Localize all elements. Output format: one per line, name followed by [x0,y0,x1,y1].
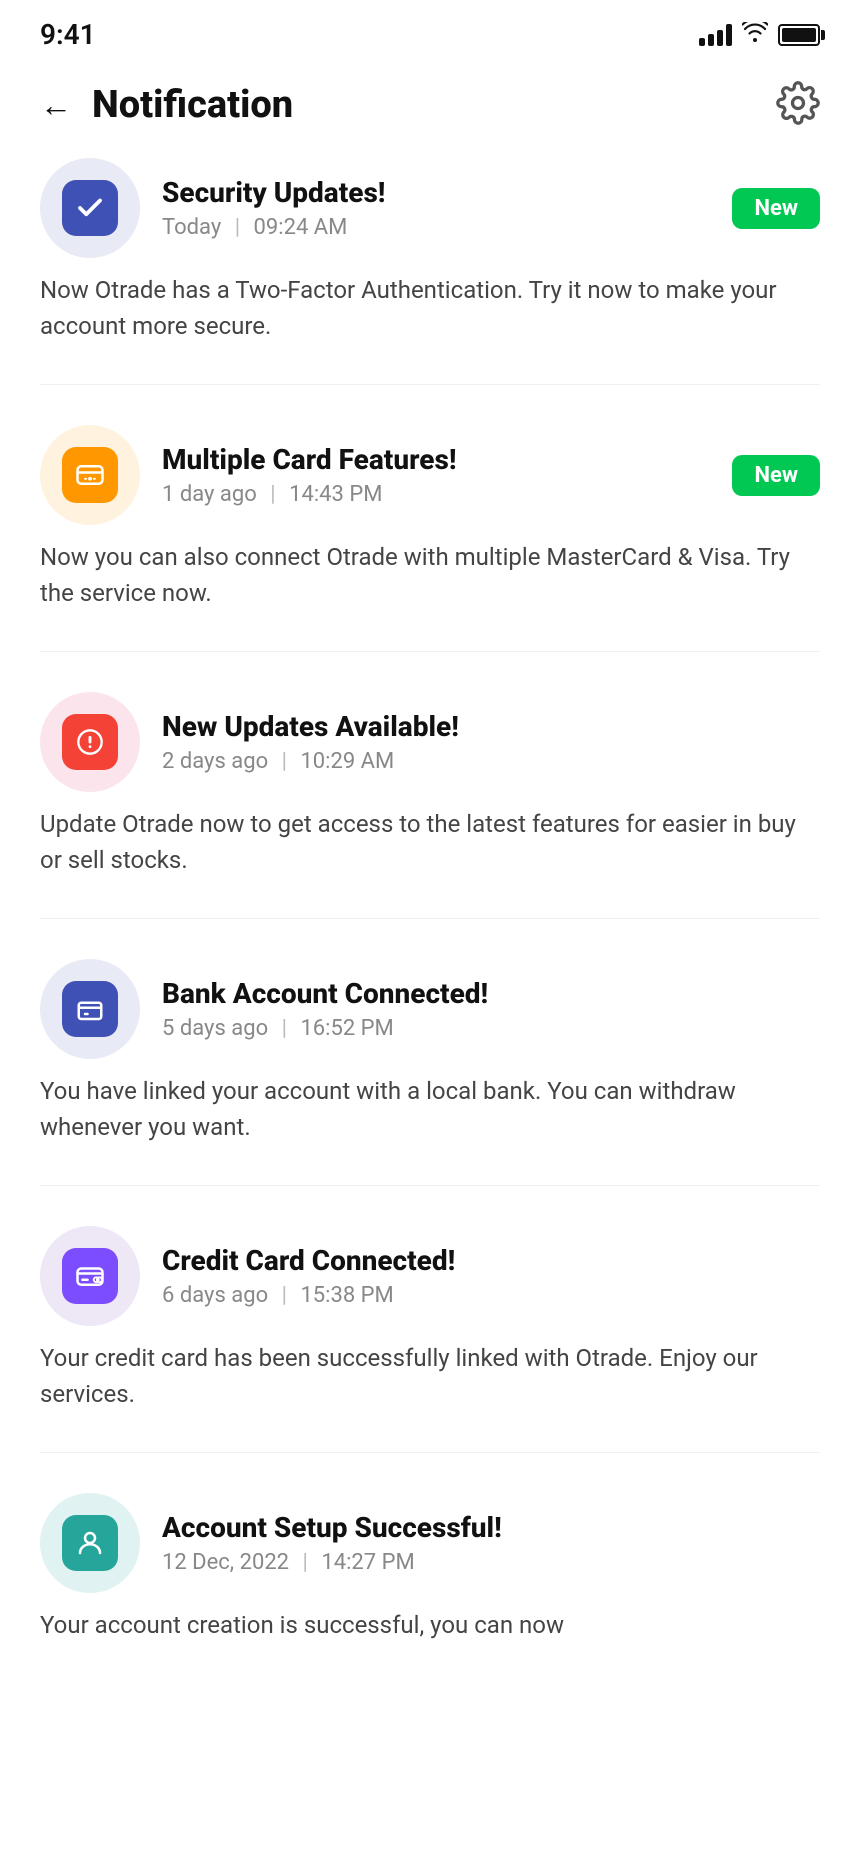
notif-time-value: 14:43 PM [289,482,382,507]
notif-time-value: 09:24 AM [254,215,348,240]
notif-header: Multiple Card Features! 1 day ago | 14:4… [40,425,820,525]
security-icon [62,180,118,236]
notif-meta: Account Setup Successful! 12 Dec, 2022 |… [162,1511,820,1575]
notif-time: 12 Dec, 2022 | 14:27 PM [162,1550,820,1575]
notif-body: Update Otrade now to get access to the l… [40,806,820,878]
notif-time-value: 16:52 PM [300,1016,393,1041]
gear-icon [776,81,820,125]
notif-meta: Credit Card Connected! 6 days ago | 15:3… [162,1244,820,1308]
notif-header: New Updates Available! 2 days ago | 10:2… [40,692,820,792]
bank-icon [62,981,118,1037]
notif-time-label: 5 days ago [162,1016,268,1041]
divider [40,1185,820,1186]
notif-time: 1 day ago | 14:43 PM [162,482,732,507]
notif-time-label: 1 day ago [162,482,257,507]
divider [40,651,820,652]
notif-time: 2 days ago | 10:29 AM [162,749,820,774]
signal-icon [699,24,732,46]
notif-time-label: Today [162,215,221,240]
notif-icon-wrapper [40,959,140,1059]
notif-title: New Updates Available! [162,710,820,743]
notification-item: Security Updates! Today | 09:24 AM New N… [40,158,820,344]
notif-body: Your account creation is successful, you… [40,1607,820,1643]
updates-icon [62,714,118,770]
notification-item: Credit Card Connected! 6 days ago | 15:3… [40,1226,820,1412]
notif-icon-wrapper [40,158,140,258]
notif-time: Today | 09:24 AM [162,215,732,240]
notif-body: Your credit card has been successfully l… [40,1340,820,1412]
battery-icon [778,24,820,46]
status-bar: 9:41 [0,0,860,61]
notification-item: Multiple Card Features! 1 day ago | 14:4… [40,425,820,611]
notification-item: Bank Account Connected! 5 days ago | 16:… [40,959,820,1145]
notif-time-label: 12 Dec, 2022 [162,1550,289,1575]
notification-item: Account Setup Successful! 12 Dec, 2022 |… [40,1493,820,1643]
notif-time-label: 6 days ago [162,1283,268,1308]
notifications-list: Security Updates! Today | 09:24 AM New N… [0,158,860,1643]
divider [40,918,820,919]
card-features-icon [62,447,118,503]
notif-title: Security Updates! [162,176,732,209]
notif-title: Bank Account Connected! [162,977,820,1010]
notif-header: Security Updates! Today | 09:24 AM New [40,158,820,258]
notif-header: Credit Card Connected! 6 days ago | 15:3… [40,1226,820,1326]
notif-meta: Bank Account Connected! 5 days ago | 16:… [162,977,820,1041]
status-time: 9:41 [40,18,96,51]
new-badge: New [732,455,820,496]
notif-body: Now Otrade has a Two-Factor Authenticati… [40,272,820,344]
notif-icon-wrapper [40,425,140,525]
notif-header: Account Setup Successful! 12 Dec, 2022 |… [40,1493,820,1593]
back-button[interactable]: ← [40,89,72,121]
notif-time-label: 2 days ago [162,749,268,774]
credit-card-icon [62,1248,118,1304]
notif-icon-wrapper [40,692,140,792]
notif-time: 5 days ago | 16:52 PM [162,1016,820,1041]
notif-meta: New Updates Available! 2 days ago | 10:2… [162,710,820,774]
notif-header: Bank Account Connected! 5 days ago | 16:… [40,959,820,1059]
account-setup-icon [62,1515,118,1571]
notif-meta: Security Updates! Today | 09:24 AM [162,176,732,240]
status-icons [699,22,820,48]
page-title: Notification [92,83,293,127]
notif-time-value: 10:29 AM [300,749,394,774]
notif-time-value: 15:38 PM [300,1283,393,1308]
settings-gear-button[interactable] [776,81,820,128]
notif-time: 6 days ago | 15:38 PM [162,1283,820,1308]
notification-item: New Updates Available! 2 days ago | 10:2… [40,692,820,878]
new-badge: New [732,188,820,229]
notif-title: Account Setup Successful! [162,1511,820,1544]
notif-meta: Multiple Card Features! 1 day ago | 14:4… [162,443,732,507]
notif-title: Credit Card Connected! [162,1244,820,1277]
page-header: ← Notification [0,61,860,158]
notif-time-value: 14:27 PM [321,1550,414,1575]
divider [40,384,820,385]
notif-body: You have linked your account with a loca… [40,1073,820,1145]
wifi-icon [742,22,768,48]
notif-body: Now you can also connect Otrade with mul… [40,539,820,611]
divider [40,1452,820,1453]
notif-icon-wrapper [40,1493,140,1593]
notif-title: Multiple Card Features! [162,443,732,476]
notif-icon-wrapper [40,1226,140,1326]
